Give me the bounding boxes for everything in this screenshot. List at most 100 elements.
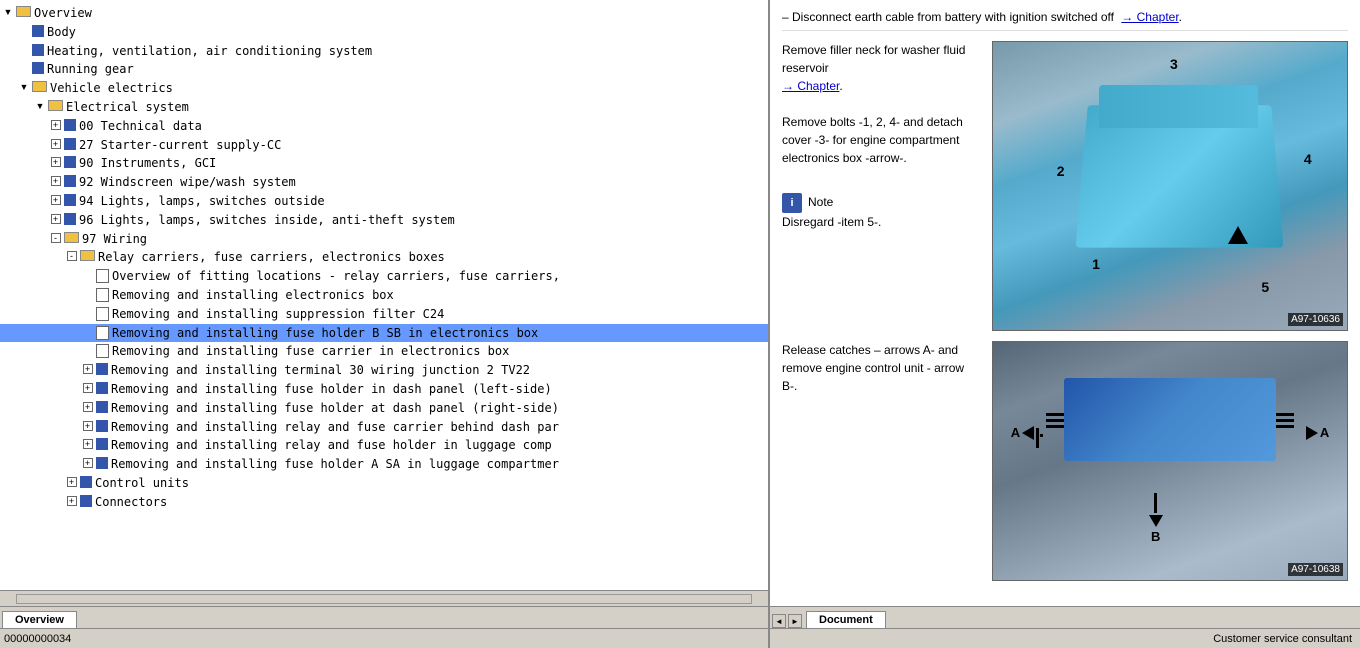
disconnect-text: – Disconnect earth cable from battery wi…	[782, 10, 1114, 24]
expand-icon[interactable]: +	[50, 119, 62, 131]
item-label: Control units	[95, 475, 189, 492]
tab-overview[interactable]: Overview	[2, 611, 77, 628]
chapter-link-2[interactable]: → Chapter	[782, 79, 839, 93]
expand-icon	[18, 25, 30, 37]
blue-square-icon	[64, 138, 76, 150]
tree-item-removing-fuse-left[interactable]: + Removing and installing fuse holder in …	[0, 380, 768, 399]
tree-item-removing-electronics[interactable]: Removing and installing electronics box	[0, 286, 768, 305]
item-label: Electrical system	[66, 99, 189, 116]
item-label: Overview of fitting locations - relay ca…	[112, 268, 560, 285]
expand-icon[interactable]: ▼	[18, 81, 30, 93]
tree-item-removing-fuse-carrier[interactable]: Removing and installing fuse carrier in …	[0, 342, 768, 361]
item-label: Connectors	[95, 494, 167, 511]
tree-item-hvac[interactable]: Heating, ventilation, air conditioning s…	[0, 42, 768, 61]
expand-icon[interactable]: +	[82, 457, 94, 469]
expand-icon[interactable]: -	[66, 250, 78, 262]
blue-square-icon	[96, 457, 108, 469]
expand-icon[interactable]: ▼	[34, 100, 46, 112]
expand-icon	[18, 62, 30, 74]
page-icon	[96, 307, 109, 321]
item-label: Vehicle electrics	[50, 80, 173, 97]
bolts-text: Remove bolts -1, 2, 4- and detach cover …	[782, 113, 982, 167]
tree-item-removing-relay-dash[interactable]: + Removing and installing relay and fuse …	[0, 418, 768, 437]
tree-item-vehicle-electrics[interactable]: ▼ Vehicle electrics	[0, 79, 768, 98]
expand-icon[interactable]: +	[66, 476, 78, 488]
note-icon: i	[782, 193, 802, 213]
tree-item-overview-fitting[interactable]: Overview of fitting locations - relay ca…	[0, 267, 768, 286]
chapter-link-1[interactable]: → Chapter	[1121, 10, 1178, 24]
item-label: Removing and installing fuse holder in d…	[111, 381, 552, 398]
tab-document[interactable]: Document	[806, 611, 886, 628]
right-panel: – Disconnect earth cable from battery wi…	[770, 0, 1360, 648]
item-label: Removing and installing terminal 30 wiri…	[111, 362, 530, 379]
expand-icon[interactable]: +	[82, 382, 94, 394]
item-label: Removing and installing fuse holder A SA…	[111, 456, 559, 473]
left-tabs: Overview	[0, 606, 768, 628]
tree-item-94-lights-outside[interactable]: +94 Lights, lamps, switches outside	[0, 192, 768, 211]
item-label: Body	[47, 24, 76, 41]
tree-item-overview[interactable]: ▼ Overview	[0, 4, 768, 23]
tree-item-relay-carriers[interactable]: -Relay carriers, fuse carriers, electron…	[0, 248, 768, 267]
tree-item-96-lights-inside[interactable]: +96 Lights, lamps, switches inside, anti…	[0, 211, 768, 230]
tree-item-removing-terminal30[interactable]: + Removing and installing terminal 30 wir…	[0, 361, 768, 380]
item-label: Removing and installing relay and fuse c…	[111, 419, 559, 436]
expand-icon[interactable]: ▼	[2, 6, 14, 18]
item-label: Removing and installing suppression filt…	[112, 306, 444, 323]
nav-next[interactable]: ►	[788, 614, 802, 628]
tree-item-97-wiring[interactable]: -97 Wiring	[0, 230, 768, 249]
expand-icon[interactable]: +	[82, 438, 94, 450]
expand-icon[interactable]: +	[82, 420, 94, 432]
tree-container[interactable]: ▼ Overview BodyHeating, ventilation, air c…	[0, 0, 768, 590]
tree-item-body[interactable]: Body	[0, 23, 768, 42]
blue-square-icon	[80, 495, 92, 507]
tree-item-control-units[interactable]: + Control units	[0, 474, 768, 493]
blue-square-icon	[64, 156, 76, 168]
nav-prev[interactable]: ◄	[772, 614, 786, 628]
expand-icon	[82, 288, 94, 300]
expand-icon[interactable]: -	[50, 232, 62, 244]
tree-item-connectors[interactable]: + Connectors	[0, 493, 768, 512]
tree-item-removing-fuse-right[interactable]: + Removing and installing fuse holder at …	[0, 399, 768, 418]
status-left: 00000000034	[4, 633, 71, 645]
left-statusbar: 00000000034	[0, 628, 768, 648]
tree-item-removing-relay-luggage[interactable]: +Removing and installing relay and fuse …	[0, 436, 768, 455]
item-label: Overview	[34, 5, 92, 22]
item-label: Removing and installing fuse carrier in …	[112, 343, 509, 360]
tree-item-electrical-system[interactable]: ▼ Electrical system	[0, 98, 768, 117]
expand-icon	[82, 307, 94, 319]
car-image-1: 3 2 1 4 5	[993, 42, 1347, 330]
right-content[interactable]: – Disconnect earth cable from battery wi…	[770, 0, 1360, 606]
expand-icon	[82, 326, 94, 338]
expand-icon[interactable]: +	[82, 401, 94, 413]
expand-icon[interactable]: +	[50, 138, 62, 150]
tree-item-removing-fuse-holder-sa[interactable]: + Removing and installing fuse holder A S…	[0, 455, 768, 474]
item-label: 90 Instruments, GCI	[79, 155, 216, 172]
folder-icon	[32, 81, 47, 92]
tree-item-00-technical[interactable]: +00 Technical data	[0, 117, 768, 136]
item-label: 27 Starter-current supply-CC	[79, 137, 281, 154]
tree-item-90-instruments[interactable]: +90 Instruments, GCI	[0, 154, 768, 173]
note-box: i Note	[782, 193, 982, 213]
expand-icon[interactable]: +	[66, 495, 78, 507]
tree-item-92-windscreen[interactable]: +92 Windscreen wipe/wash system	[0, 173, 768, 192]
tree-item-running-gear[interactable]: Running gear	[0, 60, 768, 79]
blue-square-icon	[96, 401, 108, 413]
expand-icon[interactable]: +	[82, 363, 94, 375]
tree-item-removing-suppression[interactable]: Removing and installing suppression filt…	[0, 305, 768, 324]
doc-nav-arrows[interactable]: ◄ ►	[772, 614, 802, 628]
tree-item-27-starter[interactable]: +27 Starter-current supply-CC	[0, 136, 768, 155]
expand-icon[interactable]: +	[50, 194, 62, 206]
expand-icon[interactable]: +	[50, 156, 62, 168]
expand-icon[interactable]: +	[50, 175, 62, 187]
expand-icon[interactable]: +	[50, 213, 62, 225]
item-label: Removing and installing fuse holder B SB…	[112, 325, 538, 342]
item-label: Removing and installing fuse holder at d…	[111, 400, 559, 417]
text-content-2: Release catches – arrows A- and remove e…	[782, 341, 982, 581]
instruction-block-1: Remove filler neck for washer fluid rese…	[782, 41, 1348, 331]
right-statusbar: Customer service consultant	[770, 628, 1360, 648]
blue-square-icon	[64, 175, 76, 187]
blue-square-icon	[96, 363, 108, 375]
tree-item-removing-fuse-holder-sb[interactable]: Removing and installing fuse holder B SB…	[0, 324, 768, 343]
blue-square-icon	[96, 438, 108, 450]
folder-icon	[80, 250, 95, 261]
